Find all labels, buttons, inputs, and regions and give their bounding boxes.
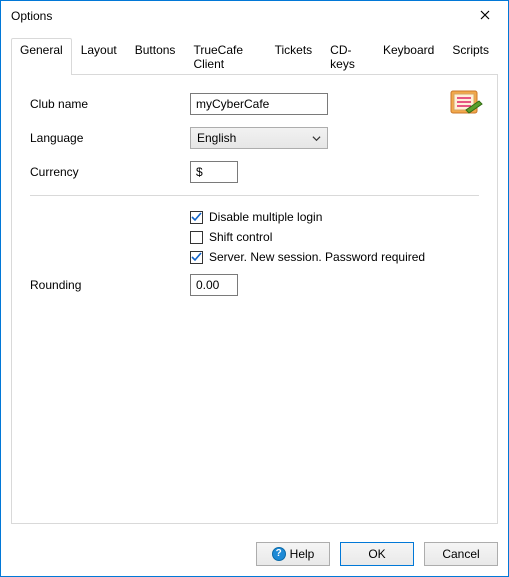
- rounding-input[interactable]: [190, 274, 238, 296]
- help-icon: ?: [272, 547, 286, 561]
- content-area: General Layout Buttons TrueCafe Client T…: [1, 31, 508, 534]
- language-select[interactable]: English: [190, 127, 328, 149]
- row-club-name: Club name: [30, 93, 479, 115]
- tabs-container: General Layout Buttons TrueCafe Client T…: [11, 37, 498, 524]
- window-title: Options: [11, 9, 52, 23]
- tab-cd-keys[interactable]: CD-keys: [321, 38, 374, 75]
- currency-input[interactable]: [190, 161, 238, 183]
- cancel-button[interactable]: Cancel: [424, 542, 498, 566]
- tab-buttons[interactable]: Buttons: [126, 38, 185, 75]
- tab-panel-general: Club name Language English Currency: [11, 74, 498, 524]
- tab-strip: General Layout Buttons TrueCafe Client T…: [11, 38, 498, 75]
- titlebar: Options: [1, 1, 508, 31]
- check-icon: [190, 251, 203, 264]
- tab-scripts[interactable]: Scripts: [443, 38, 498, 75]
- check-icon: [190, 211, 203, 224]
- club-name-input[interactable]: [190, 93, 328, 115]
- checkbox-disable-multiple-login[interactable]: Disable multiple login: [190, 210, 479, 224]
- tab-layout[interactable]: Layout: [72, 38, 126, 75]
- clipboard-icon: [449, 89, 483, 119]
- close-button[interactable]: [470, 4, 500, 28]
- help-button[interactable]: ? Help: [256, 542, 330, 566]
- checkbox-label: Shift control: [209, 230, 272, 244]
- label-currency: Currency: [30, 165, 190, 179]
- button-bar: ? Help OK Cancel: [1, 534, 508, 576]
- row-currency: Currency: [30, 161, 479, 183]
- language-select-value: English: [197, 131, 236, 145]
- options-dialog: Options General Layout Buttons TrueCafe …: [0, 0, 509, 577]
- checkbox-server-new-session-password[interactable]: Server. New session. Password required: [190, 250, 479, 264]
- label-club-name: Club name: [30, 97, 190, 111]
- check-icon: [190, 231, 203, 244]
- row-rounding: Rounding: [30, 274, 479, 296]
- divider: [30, 195, 479, 196]
- tab-tickets[interactable]: Tickets: [266, 38, 322, 75]
- close-icon: [480, 9, 490, 23]
- checkbox-label: Server. New session. Password required: [209, 250, 425, 264]
- row-language: Language English: [30, 127, 479, 149]
- tab-keyboard[interactable]: Keyboard: [374, 38, 443, 75]
- checkbox-shift-control[interactable]: Shift control: [190, 230, 479, 244]
- tab-truecafe-client[interactable]: TrueCafe Client: [184, 38, 265, 75]
- checkbox-label: Disable multiple login: [209, 210, 322, 224]
- chevron-down-icon: [312, 134, 321, 143]
- ok-button[interactable]: OK: [340, 542, 414, 566]
- label-rounding: Rounding: [30, 278, 190, 292]
- tab-general[interactable]: General: [11, 38, 72, 75]
- label-language: Language: [30, 131, 190, 145]
